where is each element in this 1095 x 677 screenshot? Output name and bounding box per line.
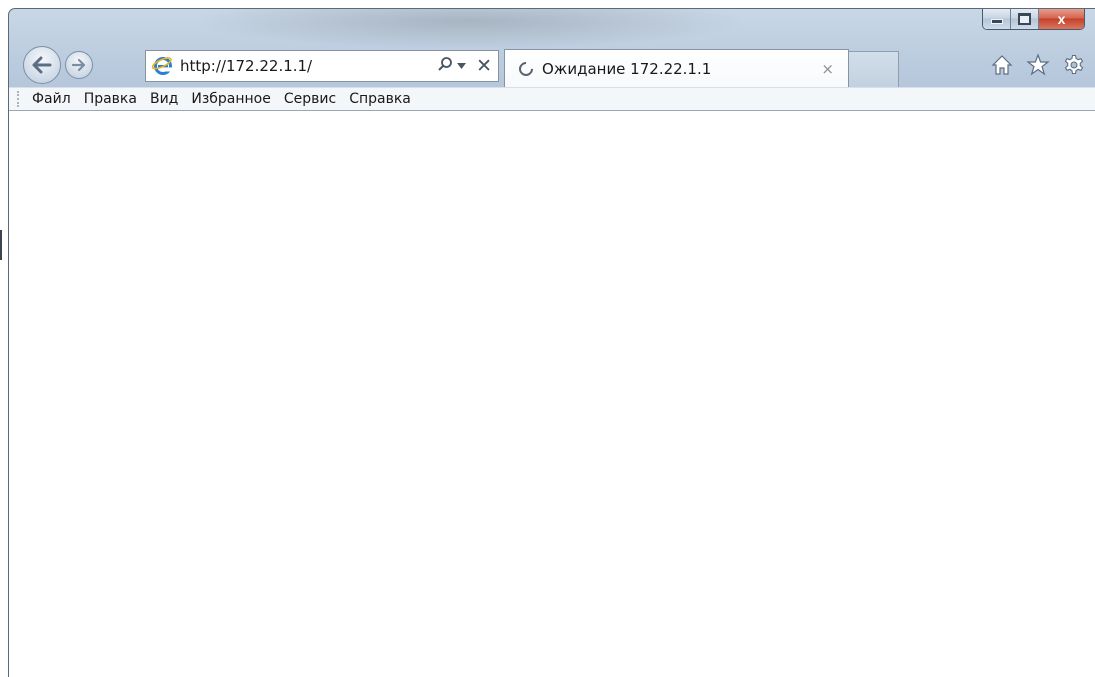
menu-edit[interactable]: Правка xyxy=(84,91,137,107)
stop-button[interactable]: ✕ xyxy=(476,56,492,76)
maximize-button[interactable] xyxy=(1011,9,1039,29)
tab-active[interactable]: Ожидание 172.22.1.1 × xyxy=(504,49,849,87)
back-arrow-icon xyxy=(32,56,52,74)
page-content[interactable] xyxy=(9,111,1095,677)
minimize-icon xyxy=(990,19,1003,24)
navigation-bar: http://172.22.1.1/ ✕ Ожидание 172.22.1.1… xyxy=(9,39,1095,87)
home-icon[interactable] xyxy=(991,54,1013,80)
tab-title: Ожидание 172.22.1.1 xyxy=(542,59,712,78)
menu-file[interactable]: Файл xyxy=(32,91,71,107)
toolbar-grip[interactable] xyxy=(17,91,22,107)
close-button[interactable]: x xyxy=(1039,9,1084,29)
internet-explorer-icon xyxy=(152,55,174,77)
url-text[interactable]: http://172.22.1.1/ xyxy=(180,57,400,75)
dropdown-icon[interactable] xyxy=(457,61,467,72)
loading-spinner-icon xyxy=(516,58,536,79)
tab-close-button[interactable]: × xyxy=(821,60,834,78)
maximize-icon xyxy=(1018,12,1031,25)
favorites-star-icon[interactable] xyxy=(1026,53,1050,81)
command-icons xyxy=(991,53,1085,81)
forward-arrow-icon xyxy=(71,58,86,72)
close-icon: x xyxy=(1057,10,1066,27)
new-tab-button[interactable] xyxy=(849,51,899,87)
back-button[interactable] xyxy=(23,46,61,84)
window-edge xyxy=(0,230,2,260)
gear-icon[interactable] xyxy=(1063,54,1085,80)
menu-tools[interactable]: Сервис xyxy=(284,91,336,107)
menu-view[interactable]: Вид xyxy=(150,91,178,107)
search-icon[interactable] xyxy=(437,56,453,76)
menu-help[interactable]: Справка xyxy=(349,91,411,107)
forward-button[interactable] xyxy=(65,51,93,79)
browser-window: x http://172.22.1.1/ ✕ Ожидание 172.22.1… xyxy=(0,0,1095,677)
menu-bar: Файл Правка Вид Избранное Сервис Справка xyxy=(9,87,1095,111)
minimize-button[interactable] xyxy=(983,9,1011,29)
window-frame: x http://172.22.1.1/ ✕ Ожидание 172.22.1… xyxy=(8,8,1095,677)
address-bar[interactable]: http://172.22.1.1/ ✕ xyxy=(145,50,499,82)
menu-favorites[interactable]: Избранное xyxy=(191,91,271,107)
address-tools: ✕ xyxy=(437,56,498,76)
window-controls: x xyxy=(982,9,1085,30)
